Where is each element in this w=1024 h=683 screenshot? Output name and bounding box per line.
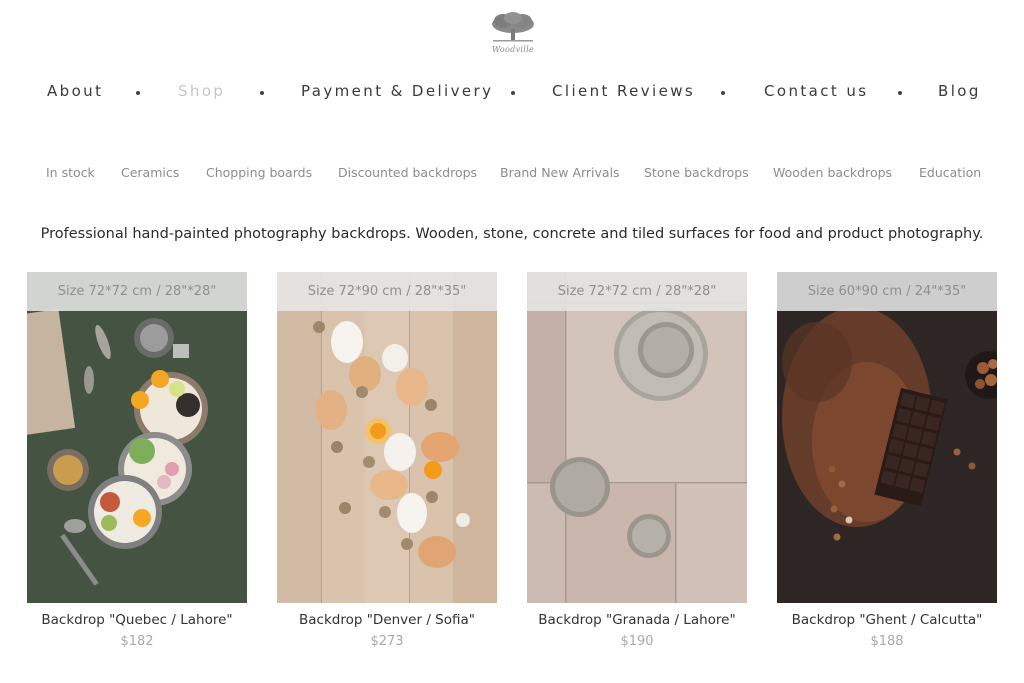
nav-client-reviews[interactable]: Client Reviews [552, 82, 695, 100]
category-discounted-backdrops[interactable]: Discounted backdrops [338, 165, 477, 180]
product-size: Size 60*90 cm / 24"*35" [777, 272, 997, 311]
page-tagline: Professional hand-painted photography ba… [40, 226, 984, 242]
site-logo[interactable]: Woodville [487, 12, 539, 58]
product-size: Size 72*72 cm / 28"*28" [27, 272, 247, 311]
category-nav: In stock Ceramics Chopping boards Discou… [0, 165, 1024, 183]
product-name[interactable]: Backdrop "Ghent / Calcutta" [777, 612, 997, 628]
nav-separator [260, 91, 264, 95]
product-name[interactable]: Backdrop "Granada / Lahore" [527, 612, 747, 628]
product-name[interactable]: Backdrop "Quebec / Lahore" [27, 612, 247, 628]
category-chopping-boards[interactable]: Chopping boards [206, 165, 312, 180]
nav-payment-delivery[interactable]: Payment & Delivery [301, 82, 493, 100]
nav-separator [721, 91, 725, 95]
product-image[interactable]: Size 72*72 cm / 28"*28" [27, 272, 247, 603]
category-ceramics[interactable]: Ceramics [121, 165, 179, 180]
tree-icon [492, 12, 534, 42]
product-price: $190 [620, 634, 654, 649]
category-wooden-backdrops[interactable]: Wooden backdrops [773, 165, 892, 180]
product-image[interactable]: Size 60*90 cm / 24"*35" [777, 272, 997, 603]
category-stone-backdrops[interactable]: Stone backdrops [644, 165, 749, 180]
nav-contact-us[interactable]: Contact us [764, 82, 868, 100]
product-card[interactable]: Size 72*72 cm / 28"*28" Backdrop "Quebec… [27, 272, 247, 649]
product-card[interactable]: Size 60*90 cm / 24"*35" Backdrop "Ghent … [777, 272, 997, 649]
nav-separator [136, 91, 140, 95]
nav-about[interactable]: About [47, 82, 103, 100]
product-price: $182 [120, 634, 154, 649]
product-image[interactable]: Size 72*72 cm / 28"*28" [527, 272, 747, 603]
product-card[interactable]: Size 72*90 cm / 28"*35" Backdrop "Denver… [277, 272, 497, 649]
main-nav: About Shop Payment & Delivery Client Rev… [0, 82, 1024, 104]
category-in-stock[interactable]: In stock [46, 165, 95, 180]
nav-separator [511, 91, 515, 95]
nav-blog[interactable]: Blog [938, 82, 981, 100]
product-card[interactable]: Size 72*72 cm / 28"*28" Backdrop "Granad… [527, 272, 747, 649]
category-brand-new-arrivals[interactable]: Brand New Arrivals [500, 165, 620, 180]
product-size: Size 72*90 cm / 28"*35" [277, 272, 497, 311]
product-image[interactable]: Size 72*90 cm / 28"*35" [277, 272, 497, 603]
category-education[interactable]: Education [919, 165, 981, 180]
logo-text: Woodville [491, 45, 535, 54]
product-size: Size 72*72 cm / 28"*28" [527, 272, 747, 311]
product-name[interactable]: Backdrop "Denver / Sofia" [277, 612, 497, 628]
product-price: $188 [870, 634, 904, 649]
nav-shop[interactable]: Shop [178, 82, 225, 100]
nav-separator [898, 91, 902, 95]
product-price: $273 [370, 634, 404, 649]
